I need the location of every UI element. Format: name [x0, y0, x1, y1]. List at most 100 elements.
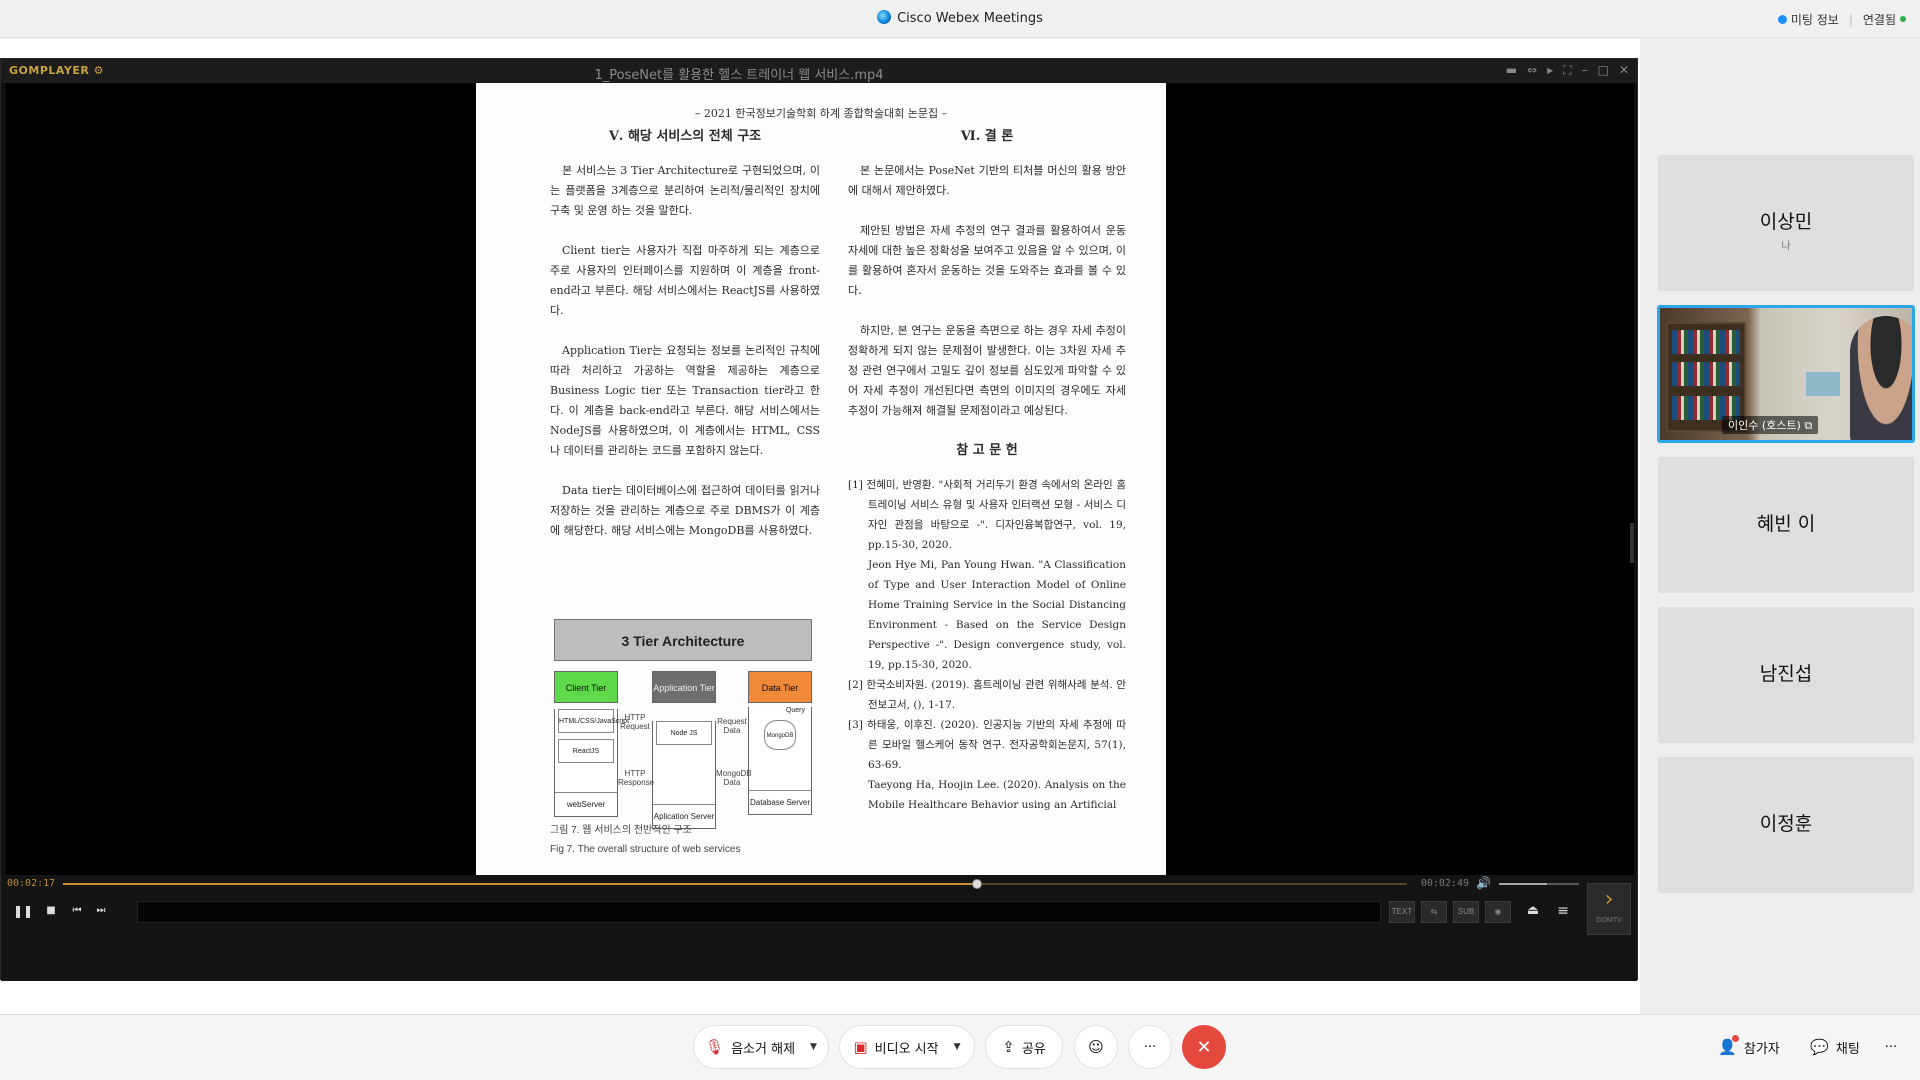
window-title-text: Cisco Webex Meetings [897, 11, 1043, 26]
connection-status: 연결됨 [1863, 11, 1906, 28]
volume-slider[interactable] [1499, 883, 1579, 885]
more-options-button[interactable]: ··· [1128, 1025, 1172, 1069]
flow-label: HTTP Request [620, 713, 650, 731]
video-frame[interactable]: – 2021 한국정보기술학회 하계 종합학술대회 논문집 – Ⅴ. 해당 서비… [6, 83, 1634, 875]
figure-caption-en: Fig 7. The overall structure of web serv… [550, 844, 741, 855]
start-video-label: 비디오 시작 [874, 1041, 939, 1057]
paragraph: Application Tier는 요청되는 정보를 논리적인 규칙에 따라 처… [550, 344, 820, 457]
start-video-button[interactable]: ▣ 비디오 시작 ▼ [839, 1025, 975, 1069]
participant-tile[interactable]: 이정훈 [1658, 757, 1914, 893]
total-time: 00:02:49 [1420, 878, 1469, 889]
fullscreen-icon[interactable]: ⛶ [1563, 63, 1571, 78]
section-title-left: Ⅴ. 해당 서비스의 전체 구조 [608, 129, 762, 144]
paragraph: Client tier는 사용자가 직접 마주하게 되는 계층으로 주로 사용자… [550, 244, 820, 317]
eject-icon[interactable]: ⏏ [1523, 901, 1543, 921]
tier-body: Node JS Aplication Server [652, 721, 716, 829]
previous-icon[interactable]: ⏮ [67, 901, 87, 921]
participant-name: 남진섭 [1759, 663, 1813, 685]
chat-label: 채팅 [1835, 1041, 1860, 1057]
end-meeting-button[interactable]: ✕ [1182, 1025, 1226, 1069]
gom-filename: 1_PoseNet를 활용한 헬스 트레이너 웹 서비스.mp4 [594, 68, 884, 83]
figure-title: 3 Tier Architecture [554, 619, 812, 661]
smile-icon: ☺ [1088, 1038, 1104, 1056]
divider: | [1848, 12, 1853, 27]
paper-page: – 2021 한국정보기술학회 하계 종합학술대회 논문집 – Ⅴ. 해당 서비… [476, 83, 1166, 875]
flow-label: MongoDB Data [716, 769, 752, 787]
chevron-right-icon: › [1604, 887, 1614, 912]
participants-button[interactable]: 👤 참가자 [1706, 1025, 1792, 1069]
participant-name: 혜빈 이 [1756, 513, 1816, 535]
chevron-down-icon[interactable]: ▼ [954, 1042, 961, 1052]
minimize-bar-icon[interactable]: ▬ [1506, 63, 1517, 78]
more-right-button[interactable]: ··· [1872, 1025, 1910, 1069]
share-button[interactable]: ⇪ 공유 [985, 1025, 1063, 1069]
connection-label: 연결됨 [1862, 13, 1896, 27]
text-tool-button[interactable]: TEXT [1389, 901, 1415, 923]
reference-item: [3] 하태웅, 이후진. (2020). 인공지능 기반의 자세 추정에 따른… [848, 719, 1126, 771]
stop-icon[interactable]: ■ [41, 901, 61, 921]
gom-player-window: GOMPLAYER ⚙ 1_PoseNet를 활용한 헬스 트레이너 웹 서비스… [0, 58, 1638, 981]
seek-bar[interactable] [63, 879, 1407, 889]
close-icon[interactable]: ✕ [1619, 63, 1629, 78]
reference-item: Taeyong Ha, Hoojin Lee. (2020). Analysis… [868, 779, 1126, 811]
side-scroll-handle[interactable] [1630, 523, 1634, 563]
client-tier: Client Tier HTML/CSS/JavaScript ReactJS … [554, 671, 629, 817]
participant-tile[interactable]: 혜빈 이 [1658, 457, 1914, 593]
gomtv-button[interactable]: › GOMTV [1587, 883, 1631, 935]
more-icon: ··· [1884, 1039, 1898, 1055]
participant-tile[interactable]: 남진섭 [1658, 607, 1914, 743]
participant-tile[interactable]: 이상민 나 [1658, 155, 1914, 291]
chevron-down-icon[interactable]: ▼ [810, 1042, 817, 1052]
control-row: ❚❚ ■ ⏮ ⏭ TEXT ⇆ SUB ◉ ⏏ ≡ [1, 897, 1637, 927]
gom-titlebar: GOMPLAYER ⚙ 1_PoseNet를 활용한 헬스 트레이너 웹 서비스… [1, 59, 1637, 83]
meeting-toolbar: 🎙 음소거 해제 ▼ ▣ 비디오 시작 ▼ ⇪ 공유 ☺ ··· ✕ 👤 참가자… [0, 1014, 1920, 1080]
architecture-figure: 3 Tier Architecture Client Tier HTML/CSS… [554, 619, 814, 829]
play-mini-icon[interactable]: ▸ [1547, 63, 1553, 78]
unmute-label: 음소거 해제 [731, 1041, 796, 1057]
reference-item: [2] 한국소비자원. (2019). 홈트레이닝 관련 위해사례 분석. 안전… [848, 679, 1126, 711]
tier-foot: webServer [555, 792, 617, 816]
tier-head: Data Tier [748, 671, 812, 703]
tier-item: HTML/CSS/JavaScript [558, 709, 629, 733]
tier-item: Query [785, 707, 805, 714]
subtitle-button[interactable]: SUB [1453, 901, 1479, 923]
seek-knob[interactable] [971, 879, 982, 889]
chat-icon: 💬 [1810, 1038, 1829, 1056]
data-tier: Data Tier Query MongoDB Database Server [748, 671, 812, 815]
flow-label: Request Data [717, 717, 747, 735]
compact-icon[interactable]: ⇔ [1527, 63, 1537, 78]
paper-header: – 2021 한국정보기술학회 하계 종합학술대회 논문집 – [694, 107, 948, 120]
share-icon: ⇪ [1002, 1038, 1015, 1056]
reactions-button[interactable]: ☺ [1074, 1025, 1118, 1069]
timeline: 00:02:17 00:02:49 🔊 [1, 875, 1637, 893]
ab-repeat-button[interactable]: ⇆ [1421, 901, 1447, 923]
minimize-icon[interactable]: – [1582, 63, 1588, 78]
figure-caption: 그림 7. 웹 서비스의 전반적인 구조 Fig 7. The overall … [550, 821, 740, 859]
meeting-info-button[interactable]: 미팅 정보 [1777, 11, 1839, 28]
mic-muted-icon: 🎙 [705, 1038, 725, 1056]
participant-video-tile[interactable]: 이인수 (호스트) ⧉ [1657, 305, 1915, 443]
playlist-bar[interactable] [137, 901, 1381, 923]
menu-icon[interactable]: ≡ [1553, 901, 1573, 921]
titlebar-right: 미팅 정보 | 연결됨 [1777, 11, 1906, 28]
pause-icon[interactable]: ❚❚ [13, 901, 33, 921]
info-icon [1777, 15, 1787, 24]
tier-head: Client Tier [554, 671, 618, 703]
paragraph: 본 논문에서는 PoseNet 기반의 티처블 머신의 활용 방안에 대해서 제… [848, 164, 1126, 197]
share-label: 공유 [1021, 1041, 1046, 1057]
host-person [1850, 316, 1912, 440]
wall-poster [1806, 372, 1840, 396]
screen-share-icon: ⧉ [1804, 419, 1813, 432]
capture-icon[interactable]: ◉ [1485, 901, 1511, 923]
maximize-icon[interactable]: □ [1598, 63, 1609, 78]
unmute-button[interactable]: 🎙 음소거 해제 ▼ [693, 1025, 829, 1069]
notification-badge [1732, 1035, 1740, 1042]
tier-head: Application Tier [652, 671, 716, 703]
volume-level [1499, 883, 1547, 885]
next-icon[interactable]: ⏭ [91, 901, 111, 921]
reference-item: [1] 전혜미, 반영환. "사회적 거리두기 환경 속에서의 온라인 홈 트레… [848, 479, 1126, 551]
paragraph: 본 서비스는 3 Tier Architecture로 구현되었으며, 이는 플… [550, 164, 820, 217]
chat-button[interactable]: 💬 채팅 [1800, 1025, 1870, 1069]
paragraph: 제안된 방법은 자세 추정의 연구 결과를 활용하여서 운동 자세에 대한 높은… [848, 224, 1126, 297]
volume-icon[interactable]: 🔊 [1476, 876, 1491, 890]
